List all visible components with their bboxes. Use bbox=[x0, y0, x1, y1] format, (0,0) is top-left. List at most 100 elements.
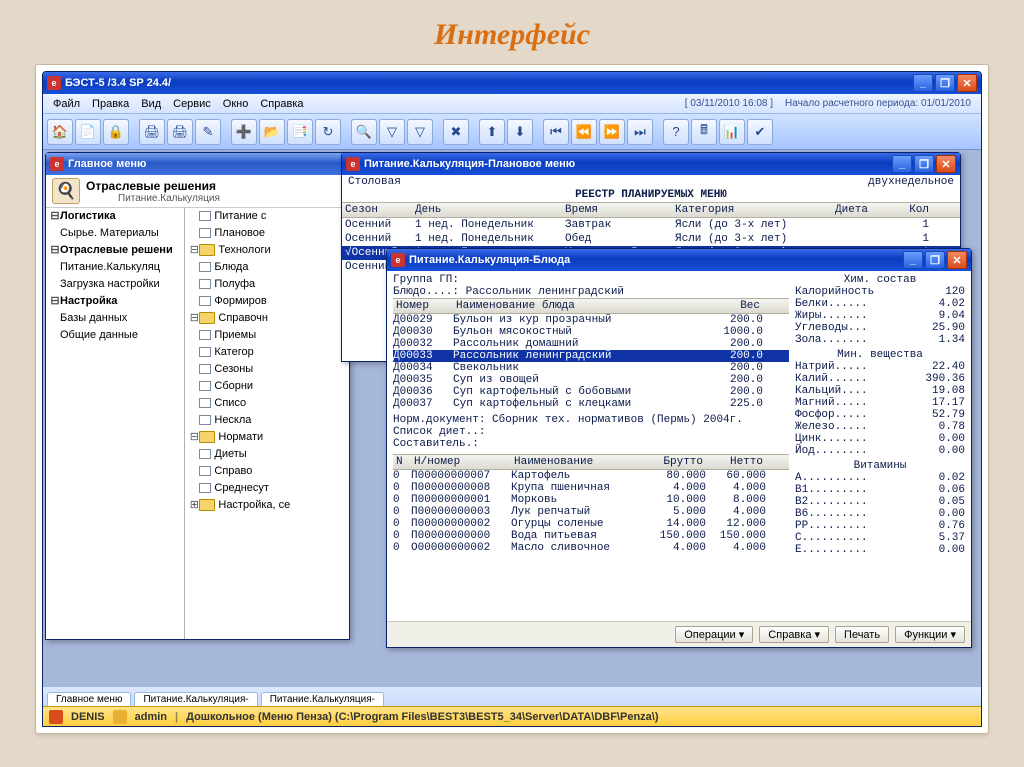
nav-row[interactable]: ⊟Логистика bbox=[46, 208, 184, 225]
nav-row[interactable]: Питание.Калькуляц bbox=[46, 259, 184, 276]
tool-open-icon[interactable]: 📂 bbox=[259, 119, 285, 145]
nav-row[interactable]: ⊞Настройка, се bbox=[185, 497, 349, 514]
nav-row[interactable]: Сырье. Материалы bbox=[46, 225, 184, 242]
plan-min-button[interactable]: _ bbox=[892, 155, 912, 173]
menu-file[interactable]: Файл bbox=[47, 97, 86, 111]
dish-row[interactable]: Д00036Суп картофельный с бобовыми200.0 bbox=[393, 386, 789, 398]
ing-grid-rows[interactable]: 0П00000000007Картофель80.00060.0000П0000… bbox=[393, 470, 789, 554]
tool-prev-icon[interactable]: ⏪ bbox=[571, 119, 597, 145]
nav-tree-left[interactable]: ⊟ЛогистикаСырье. Материалы⊟Отраслевые ре… bbox=[46, 208, 185, 639]
nav-row[interactable]: Блюда bbox=[185, 259, 349, 276]
ing-row[interactable]: 0П00000000008Крупа пшеничная4.0004.000 bbox=[393, 482, 789, 494]
tool-refresh-icon[interactable]: ↻ bbox=[315, 119, 341, 145]
mainmenu-window: e Главное меню 🍳 Отраслевые решения Пита… bbox=[45, 152, 350, 640]
tool-home-icon[interactable]: 🏠 bbox=[47, 119, 73, 145]
nav-row[interactable]: Списо bbox=[185, 395, 349, 412]
menu-window[interactable]: Окно bbox=[217, 97, 255, 111]
nav-row[interactable]: Полуфа bbox=[185, 276, 349, 293]
nav-row[interactable]: Среднесут bbox=[185, 480, 349, 497]
ing-row[interactable]: 0П00000000003Лук репчатый5.0004.000 bbox=[393, 506, 789, 518]
tool-edit-icon[interactable]: ✎ bbox=[195, 119, 221, 145]
tool-copyrow-icon[interactable]: 📑 bbox=[287, 119, 313, 145]
ing-row[interactable]: 0П00000000002Огурцы соленые14.00012.000 bbox=[393, 518, 789, 530]
ing-row[interactable]: 0П00000000001Морковь10.0008.000 bbox=[393, 494, 789, 506]
close-button[interactable]: ✕ bbox=[957, 74, 977, 92]
tool-lock-icon[interactable]: 🔒 bbox=[103, 119, 129, 145]
tab-mainmenu[interactable]: Главное меню bbox=[47, 692, 131, 706]
nav-row[interactable]: Общие данные bbox=[46, 327, 184, 344]
nav-tree-right[interactable]: Питание сПлановое⊟ТехнологиБлюдаПолуфаФо… bbox=[185, 208, 349, 639]
btn-help[interactable]: Справка ▾ bbox=[759, 626, 829, 643]
tool-up-icon[interactable]: ⬆ bbox=[479, 119, 505, 145]
dish-row[interactable]: Д00029Бульон из кур прозрачный200.0 bbox=[393, 314, 789, 326]
menu-edit[interactable]: Правка bbox=[86, 97, 135, 111]
tool-search-icon[interactable]: 🔍 bbox=[351, 119, 377, 145]
tool-copy-icon[interactable]: 📄 bbox=[75, 119, 101, 145]
plan-close-button[interactable]: ✕ bbox=[936, 155, 956, 173]
tab-plan[interactable]: Питание.Калькуляция- bbox=[134, 692, 257, 706]
min-values: Натрий.....22.40Калий......390.36Кальций… bbox=[795, 361, 965, 457]
tool-down-icon[interactable]: ⬇ bbox=[507, 119, 533, 145]
tool-add-icon[interactable]: ➕ bbox=[231, 119, 257, 145]
dish-row[interactable]: Д00035Суп из овощей200.0 bbox=[393, 374, 789, 386]
nav-row[interactable]: Питание с bbox=[185, 208, 349, 225]
dish-row[interactable]: Д00033Рассольник ленинградский200.0 bbox=[393, 350, 789, 362]
nav-row[interactable]: Плановое bbox=[185, 225, 349, 242]
tool-first-icon[interactable]: ⏮ bbox=[543, 119, 569, 145]
menu-view[interactable]: Вид bbox=[135, 97, 167, 111]
tool-filter2-icon[interactable]: ▽ bbox=[407, 119, 433, 145]
tab-dishes[interactable]: Питание.Калькуляция- bbox=[261, 692, 384, 706]
nav-row[interactable]: Диеты bbox=[185, 446, 349, 463]
menu-help[interactable]: Справка bbox=[254, 97, 309, 111]
dish-row[interactable]: Д00034Свекольник200.0 bbox=[393, 362, 789, 374]
dish-max-button[interactable]: ❐ bbox=[925, 251, 945, 269]
tool-check-icon[interactable]: ✔ bbox=[747, 119, 773, 145]
dish-row[interactable]: Д00030Бульон мясокостный1000.0 bbox=[393, 326, 789, 338]
nav-row[interactable]: Приемы bbox=[185, 327, 349, 344]
nav-row[interactable]: Нескла bbox=[185, 412, 349, 429]
dish-close-button[interactable]: ✕ bbox=[947, 251, 967, 269]
planmenu-titlebar[interactable]: e Питание.Калькуляция-Плановое меню _ ❐ … bbox=[342, 153, 960, 175]
ing-row[interactable]: 0П00000000007Картофель80.00060.000 bbox=[393, 470, 789, 482]
tool-chart-icon[interactable]: 📊 bbox=[719, 119, 745, 145]
nav-row[interactable]: Категор bbox=[185, 344, 349, 361]
nav-row[interactable]: Загрузка настройки bbox=[46, 276, 184, 293]
dish-row[interactable]: Д00032Рассольник домашний200.0 bbox=[393, 338, 789, 350]
nav-row[interactable]: ⊟Справочн bbox=[185, 310, 349, 327]
plan-row[interactable]: Осенний1 нед. ПонедельникОбедЯсли (до 3-… bbox=[342, 232, 960, 246]
nav-row[interactable]: Справо bbox=[185, 463, 349, 480]
btn-operations[interactable]: Операции ▾ bbox=[675, 626, 753, 643]
menu-service[interactable]: Сервис bbox=[167, 97, 217, 111]
tool-next-icon[interactable]: ⏩ bbox=[599, 119, 625, 145]
tool-printers-icon[interactable]: 🖨 bbox=[167, 119, 193, 145]
dish-row[interactable]: Д00037Суп картофельный с клецками225.0 bbox=[393, 398, 789, 410]
tool-last-icon[interactable]: ⏭ bbox=[627, 119, 653, 145]
tool-calc-icon[interactable]: 🖩 bbox=[691, 119, 717, 145]
dishes-titlebar[interactable]: e Питание.Калькуляция-Блюда _ ❐ ✕ bbox=[387, 249, 971, 271]
plan-row[interactable]: Осенний1 нед. ПонедельникЗавтракЯсли (до… bbox=[342, 218, 960, 232]
ing-row[interactable]: 0О00000000002Масло сливочное4.0004.000 bbox=[393, 542, 789, 554]
dish-min-button[interactable]: _ bbox=[903, 251, 923, 269]
ing-row[interactable]: 0П00000000000Вода питьевая150.000150.000 bbox=[393, 530, 789, 542]
nav-row[interactable]: Формиров bbox=[185, 293, 349, 310]
app-titlebar[interactable]: e БЭСТ-5 /3.4 SP 24.4/ _ ❐ ✕ bbox=[43, 72, 981, 94]
nav-row[interactable]: ⊟Отраслевые решени bbox=[46, 242, 184, 259]
plan-max-button[interactable]: ❐ bbox=[914, 155, 934, 173]
minimize-button[interactable]: _ bbox=[913, 74, 933, 92]
nav-row[interactable]: Сборни bbox=[185, 378, 349, 395]
nav-row[interactable]: ⊟Технологи bbox=[185, 242, 349, 259]
btn-functions[interactable]: Функции ▾ bbox=[895, 626, 965, 643]
maximize-button[interactable]: ❐ bbox=[935, 74, 955, 92]
tool-filter-icon[interactable]: ▽ bbox=[379, 119, 405, 145]
tool-print-icon[interactable]: 🖨 bbox=[139, 119, 165, 145]
nav-row[interactable]: ⊟Нормати bbox=[185, 429, 349, 446]
kv-row: Калорийность120 bbox=[795, 286, 965, 298]
nav-row[interactable]: Сезоны bbox=[185, 361, 349, 378]
tool-delete-icon[interactable]: ✖ bbox=[443, 119, 469, 145]
dish-grid-rows[interactable]: Д00029Бульон из кур прозрачный200.0Д0003… bbox=[393, 314, 789, 410]
nav-row[interactable]: ⊟Настройка bbox=[46, 293, 184, 310]
tool-help-icon[interactable]: ? bbox=[663, 119, 689, 145]
mainmenu-titlebar[interactable]: e Главное меню bbox=[46, 153, 349, 175]
nav-row[interactable]: Базы данных bbox=[46, 310, 184, 327]
btn-print[interactable]: Печать bbox=[835, 626, 889, 643]
